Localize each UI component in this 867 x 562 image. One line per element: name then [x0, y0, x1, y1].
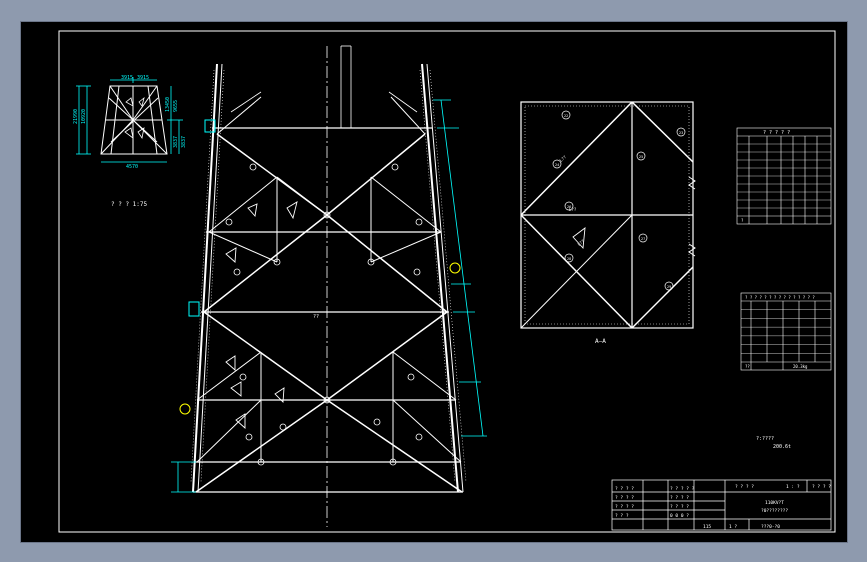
tb-left-1: ? ? ? ? — [615, 486, 634, 492]
tb-drawing-sub: ?0???????? — [761, 508, 788, 514]
table2-rows — [741, 309, 831, 354]
small-dim-right-4: 3837 — [181, 136, 187, 148]
tb-left-2: ? ? ? ? — [615, 495, 634, 501]
section-part-1: L?? — [558, 154, 567, 163]
tb-mid-4: 0 0 0 ? — [670, 513, 689, 519]
tb-drawing-name: 110KV?T — [765, 500, 784, 506]
small-dim-right-1: 13450 — [165, 97, 171, 112]
tb-mid-1: ? ? ? ? ? — [670, 486, 695, 492]
tb-project: ? ? ? ? — [735, 484, 754, 490]
small-dim-top-2: 3915 — [137, 75, 149, 81]
small-dim-left-1: 21990 — [73, 109, 79, 124]
tb-mid-2: ? ? ? ? — [670, 495, 689, 501]
small-dim-left-2: 10920 — [81, 109, 87, 124]
top-members — [230, 45, 418, 128]
section-callouts — [552, 110, 686, 291]
section-callout-8: 29 — [667, 285, 671, 289]
tb-scale: 115 — [703, 524, 711, 530]
tb-mid-3: ? ? ? ? — [670, 504, 689, 510]
tb-drawing-no: ???0-?0 — [761, 524, 780, 530]
small-dim-right-2: 9655 — [173, 100, 179, 112]
section-callout-3: 24 — [555, 163, 559, 167]
center-label: ?? — [313, 314, 319, 320]
small-dim-bottom: 4570 — [126, 164, 138, 170]
cad-canvas[interactable]: 3915 3915 21990 10920 13450 9655 3837 38… — [20, 21, 848, 543]
tower-drawing: 3915 3915 21990 10920 13450 9655 3837 38… — [58, 30, 836, 533]
tb-left-4: ? ? ? — [615, 513, 629, 519]
section-callout-2: 23 — [679, 131, 683, 135]
section-callout-6: 27 — [641, 237, 645, 241]
table1-title: ? ? ? ? ? — [763, 130, 790, 136]
table2-footer-right: 20.3kg — [793, 364, 808, 369]
callout-highlight-left — [179, 403, 191, 415]
tb-sheet-no: 1 ? — [729, 524, 737, 530]
section-callout-1: 22 — [564, 114, 568, 118]
table2-footer-left: ?? — [745, 364, 750, 369]
section-view — [520, 101, 696, 329]
secondary-bracing — [196, 96, 462, 463]
notes-line-1: ?:???? — [756, 436, 774, 442]
section-callout-4: 25 — [639, 155, 643, 159]
notes-line-2: 200.6t — [773, 444, 791, 450]
table1-footer: ? — [741, 218, 744, 223]
callout-highlight-right — [449, 262, 461, 274]
tb-ratio: 1 : ? — [786, 484, 800, 490]
section-part-2: L?? — [569, 207, 577, 212]
small-dim-right-3: 3837 — [173, 136, 179, 148]
leg-hatching — [190, 69, 467, 483]
section-callout-7: 28 — [567, 257, 571, 261]
small-view-caption: ? ? ? 1:75 — [111, 201, 148, 208]
tb-left-3: ? ? ? ? — [615, 504, 634, 510]
left-dimension — [171, 461, 196, 493]
small-dim-top-1: 3915 — [121, 75, 133, 81]
section-caption: A—A — [595, 338, 606, 345]
table2-title: ? ? ? ? ? ? ? ? ? ? ? ? ? ? ? — [745, 295, 815, 300]
horizontal-members — [193, 127, 463, 493]
material-table-2 — [740, 292, 832, 371]
small-tower-view — [100, 85, 168, 155]
tb-sheet: ? ? ? ? — [812, 484, 831, 490]
